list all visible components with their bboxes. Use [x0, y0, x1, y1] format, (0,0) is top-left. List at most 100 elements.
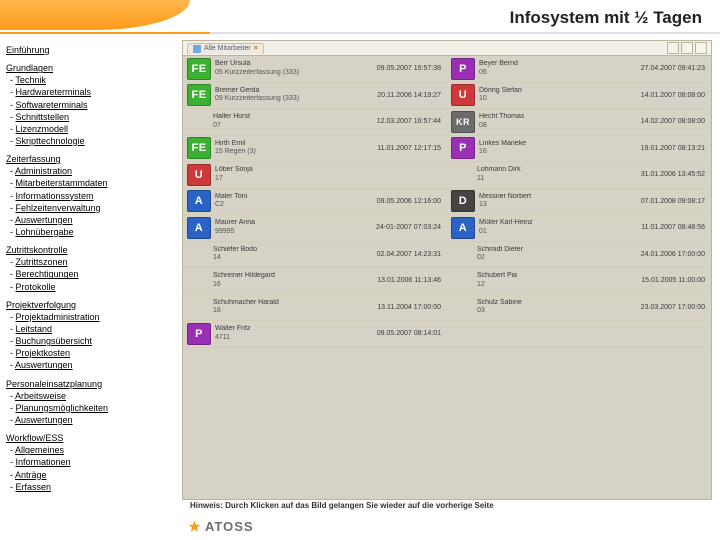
- employee-name: Schubert Pia: [477, 272, 641, 280]
- status-badge: [451, 271, 473, 291]
- nav-item-1-4[interactable]: Lizenzmodell: [16, 124, 69, 134]
- grid-cell-left[interactable]: FEHirth Emil15 Regen (3)11.01.2007 12:17…: [183, 136, 447, 162]
- nav-section-4[interactable]: Projektverfolgung: [6, 300, 76, 310]
- employee-name: Müller Karl-Heinz: [479, 219, 641, 227]
- status-badge: [187, 297, 209, 317]
- nav-item-4-0[interactable]: Projektadministration: [16, 312, 100, 322]
- nav-section-2[interactable]: Zeiterfassung: [6, 154, 61, 164]
- page-title: Infosystem mit ½ Tagen: [510, 8, 702, 28]
- grid-cell-left[interactable]: Schiefer Bodo1402.04.2007 14:23:31: [183, 242, 447, 268]
- grid-cell-right[interactable]: Schulz Sabine0323.03.2007 17:00:00: [447, 295, 711, 321]
- nav-item-1-2[interactable]: Softwareterminals: [16, 100, 88, 110]
- grid-row: AMaler ToniC209.05.2006 12:16:00DMessner…: [183, 189, 711, 216]
- nav-section-6[interactable]: Workflow/ESS: [6, 433, 63, 443]
- nav-item-3-1[interactable]: Berechtigungen: [16, 269, 79, 279]
- grid-cell-left[interactable]: Schreiner Hildegard1613.01.2006 11:13:46: [183, 268, 447, 294]
- grid-cell-left[interactable]: Haller Horst0712.03.2007 16:57:44: [183, 109, 447, 135]
- grid-row: Schuhmacher Harald1813.11.2004 17:00:00S…: [183, 295, 711, 322]
- nav-item-2-1[interactable]: Mitarbeiterstammdaten: [16, 178, 108, 188]
- grid-cell-left[interactable]: FEBerr Ursula05 Kurzzeiterfassung (333)0…: [183, 56, 447, 82]
- nav-item-4-2[interactable]: Buchungsübersicht: [16, 336, 93, 346]
- timestamp: 20.11.2006 14:19:27: [377, 92, 447, 99]
- nav-item-4-1[interactable]: Leitstand: [16, 324, 53, 334]
- grid-row: PWalter Fritz471109.05.2007 08:14:01: [183, 321, 711, 348]
- employee-sub: 15 Regen (3): [215, 148, 377, 156]
- nav-section-0[interactable]: Einführung: [6, 45, 50, 55]
- grid-cell-left[interactable]: AMaurer Anna9999524-01-2007 07:03:24: [183, 215, 447, 241]
- employee-sub: 07: [213, 122, 377, 130]
- grid-cell-right[interactable]: DMessner Norbert1307.01.2008 09:08:17: [447, 189, 711, 215]
- nav-item-3-0[interactable]: Zutrittszonen: [16, 257, 68, 267]
- timestamp: 09.05.2006 12:16:00: [377, 198, 447, 205]
- nav-item-4-3[interactable]: Projektkosten: [16, 348, 71, 358]
- nav-item-5-1[interactable]: Planungsmöglichkeiten: [16, 403, 109, 413]
- grid-cell-left[interactable]: Schuhmacher Harald1813.11.2004 17:00:00: [183, 295, 447, 321]
- grid-cell-right[interactable]: AMüller Karl-Heinz0111.01.2007 08:48:56: [447, 215, 711, 241]
- employee-name: Schiefer Bodo: [213, 246, 377, 254]
- employee-name: Haller Horst: [213, 113, 377, 121]
- grid-row: AMaurer Anna9999524-01-2007 07:03:24AMül…: [183, 215, 711, 242]
- employee-name: Döring Stefan: [479, 87, 641, 95]
- nav-item-1-0[interactable]: Technik: [15, 75, 46, 85]
- grid-cell-left[interactable]: AMaler ToniC209.05.2006 12:16:00: [183, 189, 447, 215]
- grid-cell-left[interactable]: ULöber Sonja17: [183, 162, 447, 188]
- grid-cell-left[interactable]: FEBremer Gerda09 Kurzzeiterfassung (333)…: [183, 83, 447, 109]
- employee-name: Hirth Emil: [215, 140, 377, 148]
- grid-cell-right[interactable]: PLinkes Marieke1619.01.2007 08:13:21: [447, 136, 711, 162]
- timestamp: 09.05.2007 15:57:38: [377, 65, 447, 72]
- employee-name: Schmidt Dieter: [477, 246, 641, 254]
- grid-row: Schreiner Hildegard1613.01.2006 11:13:46…: [183, 268, 711, 295]
- employee-sub: 06: [479, 69, 641, 77]
- nav-item-1-3[interactable]: Schnittstellen: [16, 112, 70, 122]
- grid-cell-right[interactable]: Schmidt Dieter0224.01.2006 17:00:00: [447, 242, 711, 268]
- grid-cell-right[interactable]: UDöring Stefan1014.01.2007 08:08:00: [447, 83, 711, 109]
- nav-item-2-3[interactable]: Fehlzeitenverwaltung: [16, 203, 101, 213]
- window-options-icon[interactable]: [681, 42, 693, 54]
- employee-name: Walter Fritz: [215, 325, 377, 333]
- timestamp: 07.01.2008 09:08:17: [641, 198, 711, 205]
- header-divider: [0, 32, 720, 34]
- nav-section-1[interactable]: Grundlagen: [6, 63, 53, 73]
- nav-item-6-0[interactable]: Allgemeines: [15, 445, 64, 455]
- employee-sub: 13: [479, 201, 641, 209]
- employee-sub: 08: [479, 122, 641, 130]
- nav-item-3-2[interactable]: Protokolle: [16, 282, 56, 292]
- nav-item-6-2[interactable]: Anträge: [15, 470, 47, 480]
- nav-item-6-3[interactable]: Erfassen: [16, 482, 52, 492]
- status-badge: KR: [451, 111, 475, 133]
- nav-item-2-2[interactable]: Informationssystem: [16, 191, 94, 201]
- nav-item-5-2[interactable]: Auswertungen: [15, 415, 73, 425]
- infosystem-window[interactable]: Alle Mitarbeiter × FEBerr Ursula05 Kurzz…: [182, 40, 712, 500]
- tab-close-icon[interactable]: ×: [254, 45, 258, 52]
- employee-name: Beyer Bernd: [479, 60, 641, 68]
- timestamp: 24-01-2007 07:03:24: [376, 224, 447, 231]
- grid-cell-right[interactable]: KRHecht Thomas0814.02.2007 08:08:00: [447, 109, 711, 135]
- nav-item-2-4[interactable]: Auswertungen: [15, 215, 73, 225]
- timestamp: 11.01.2007 12:17:15: [377, 145, 447, 152]
- nav-item-4-4[interactable]: Auswertungen: [15, 360, 73, 370]
- status-badge: [451, 297, 473, 317]
- grid-cell-right[interactable]: [447, 321, 711, 347]
- timestamp: 27.04.2007 09:41:23: [641, 65, 711, 72]
- grid-cell-right[interactable]: PBeyer Bernd0627.04.2007 09:41:23: [447, 56, 711, 82]
- nav-item-1-5[interactable]: Skripttechnologie: [16, 136, 85, 146]
- window-close-icon[interactable]: [695, 42, 707, 54]
- hint-text: Hinweis: Durch Klicken auf das Bild gela…: [190, 501, 494, 510]
- tab-alle-mitarbeiter[interactable]: Alle Mitarbeiter ×: [187, 43, 264, 54]
- nav-item-1-1[interactable]: Hardwareterminals: [16, 87, 92, 97]
- grid-cell-right[interactable]: Lohmann Dirk1131.01.2006 13:45:52: [447, 162, 711, 188]
- window-minimize-icon[interactable]: [667, 42, 679, 54]
- employee-sub: 02: [477, 254, 641, 262]
- employee-name: Bremer Gerda: [215, 87, 377, 95]
- nav-item-5-0[interactable]: Arbeitsweise: [15, 391, 66, 401]
- nav-item-2-5[interactable]: Lohnübergabe: [16, 227, 74, 237]
- nav-item-2-0[interactable]: Administration: [15, 166, 72, 176]
- timestamp: 19.01.2007 08:13:21: [641, 145, 711, 152]
- nav-section-5[interactable]: Personaleinsatzplanung: [6, 379, 102, 389]
- nav-item-6-1[interactable]: Informationen: [16, 457, 71, 467]
- grid-cell-left[interactable]: PWalter Fritz471109.05.2007 08:14:01: [183, 321, 447, 347]
- employee-name: Hecht Thomas: [479, 113, 641, 121]
- nav-section-3[interactable]: Zutrittskontrolle: [6, 245, 68, 255]
- grid-cell-right[interactable]: Schubert Pia1215.01.2005 11:00:00: [447, 268, 711, 294]
- timestamp: 02.04.2007 14:23:31: [377, 251, 447, 258]
